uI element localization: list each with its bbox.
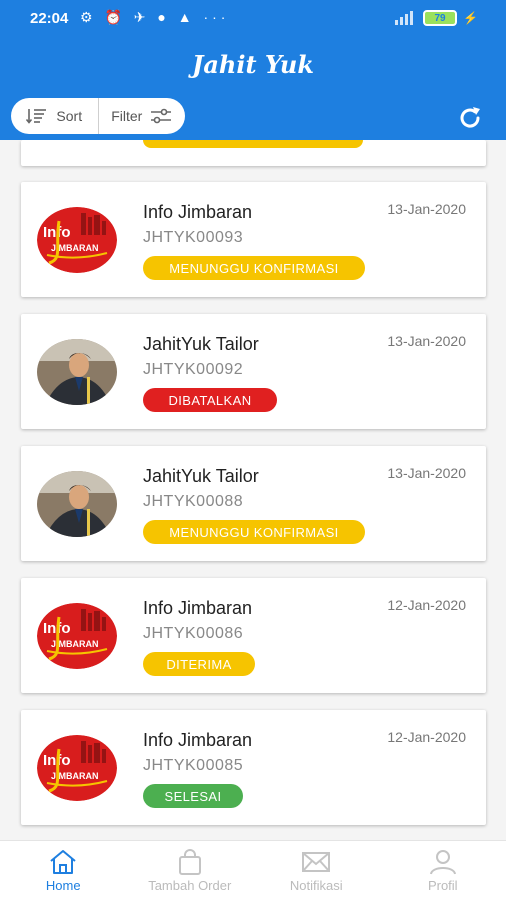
nav-notifikasi-label: Notifikasi	[289, 877, 343, 893]
sort-button[interactable]: Sort	[11, 98, 98, 134]
status-badge: DIBATALKAN	[143, 388, 277, 412]
sort-label: Sort	[56, 108, 83, 124]
nav-notifikasi[interactable]: Notifikasi	[253, 841, 380, 900]
battery-level: 79	[434, 12, 446, 24]
info-jimbaran-logo: Info JIMBARAN	[37, 603, 117, 669]
info-jimbaran-logo: Info JIMBARAN	[37, 207, 117, 273]
status-badge: MENUNGGU KONFIRMASI	[143, 520, 365, 544]
sort-filter-pill: Sort Filter	[11, 98, 185, 134]
tailor-name: JahitYuk Tailor	[143, 334, 259, 354]
nav-tambah-order-label: Tambah Order	[148, 877, 232, 893]
tailor-name: Info Jimbaran	[143, 598, 253, 618]
person-icon	[429, 849, 456, 874]
home-icon	[50, 849, 76, 874]
status-badge: DITERIMA	[143, 652, 255, 676]
app-title: Jahit Yuk	[191, 50, 315, 79]
info-jimbaran-logo: Info JIMBARAN	[37, 735, 117, 801]
status-badge: MENUNGGU KONFIRMASI	[143, 256, 365, 280]
status-badge	[143, 140, 363, 148]
tailor-photo	[37, 339, 117, 405]
nav-profil-label: Profil	[427, 877, 458, 893]
order-code: JHTYK00088	[143, 493, 244, 510]
order-date: 13-Jan-2020	[387, 201, 466, 217]
order-date: 13-Jan-2020	[387, 465, 466, 481]
signal-icon	[395, 11, 417, 25]
battery-icon: 79	[423, 10, 458, 26]
nav-tambah-order[interactable]: Tambah Order	[127, 841, 254, 900]
order-card[interactable]: Info JIMBARAN Info Jimbaran JHTYK00086 1…	[21, 578, 486, 693]
order-card[interactable]: JahitYuk Tailor JHTYK00088 13-Jan-2020 M…	[21, 446, 486, 561]
status-bar: 22:04 ⚙ ⏰ ✈ ● ▲ ··· 79 ⚡	[0, 0, 506, 38]
order-card[interactable]: Info JIMBARAN Info Jimbaran JHTYK00085 1…	[21, 710, 486, 825]
refresh-icon[interactable]	[456, 104, 484, 132]
order-code: JHTYK00093	[143, 229, 244, 246]
order-code: JHTYK00092	[143, 361, 244, 378]
shopping-bag-icon	[178, 848, 201, 875]
tailor-name: Info Jimbaran	[143, 202, 253, 222]
app-bar: Jahit Yuk Sort Filter	[0, 38, 506, 140]
status-time: 22:04	[30, 10, 69, 27]
filter-button[interactable]: Filter	[99, 98, 186, 134]
order-code: JHTYK00085	[143, 757, 244, 774]
tailor-name: JahitYuk Tailor	[143, 466, 259, 486]
order-card[interactable]: JahitYuk Tailor JHTYK00092 13-Jan-2020 D…	[21, 314, 486, 429]
order-date: 13-Jan-2020	[387, 333, 466, 349]
tailor-photo	[37, 471, 117, 537]
order-date: 12-Jan-2020	[387, 597, 466, 613]
status-badge: SELESAI	[143, 784, 243, 808]
nav-home[interactable]: Home	[0, 841, 127, 900]
filter-label: Filter	[111, 108, 143, 124]
nav-home-label: Home	[45, 877, 81, 893]
mail-icon	[302, 851, 331, 872]
order-date: 12-Jan-2020	[387, 729, 466, 745]
filter-sliders-icon	[151, 108, 172, 124]
order-list: Info JIMBARAN Info Jimbaran JHTYK00093 1…	[0, 140, 506, 840]
order-card-partial[interactable]	[21, 140, 486, 166]
bottom-navigation: Home Tambah Order Notifikasi Profil	[0, 840, 506, 900]
nav-profil[interactable]: Profil	[380, 841, 506, 900]
order-card[interactable]: Info JIMBARAN Info Jimbaran JHTYK00093 1…	[21, 182, 486, 297]
sort-icon	[26, 109, 47, 124]
notification-icons: ⚙ ⏰ ✈ ● ▲ ···	[80, 9, 230, 25]
charging-icon: ⚡	[463, 11, 478, 25]
order-code: JHTYK00086	[143, 625, 244, 642]
status-right: 79 ⚡	[395, 10, 478, 26]
tailor-name: Info Jimbaran	[143, 730, 253, 750]
